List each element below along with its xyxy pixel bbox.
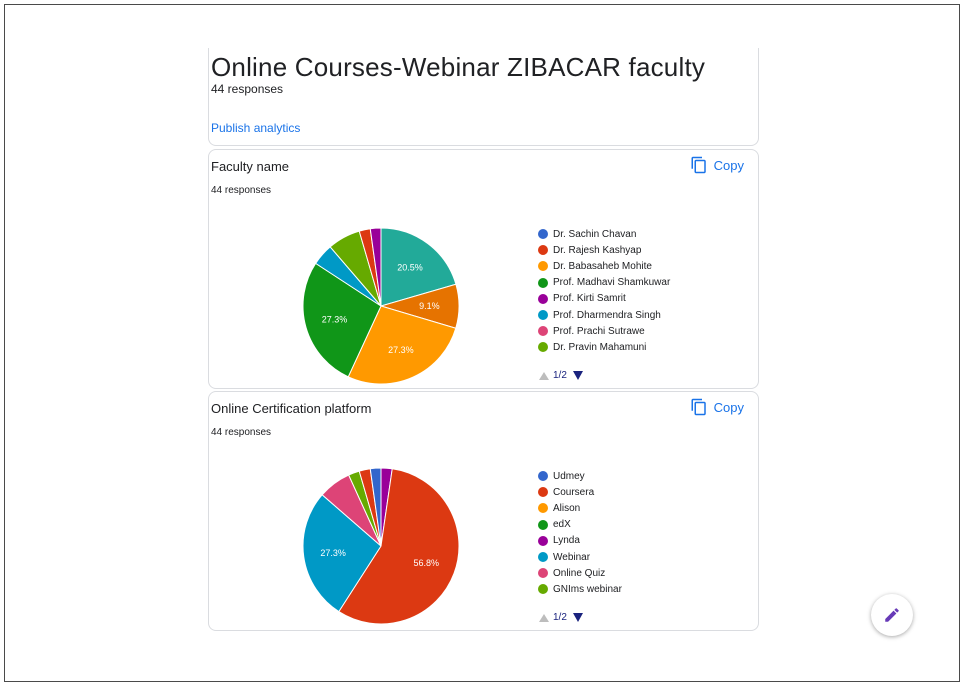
question-title: Faculty name xyxy=(211,159,290,174)
legend-label: Prof. Kirti Samrit xyxy=(553,293,626,305)
edit-fab-button[interactable] xyxy=(871,594,913,636)
pager-next-icon[interactable] xyxy=(572,613,583,622)
legend-swatch xyxy=(538,519,548,530)
question-title: Online Certification platform xyxy=(211,401,372,416)
legend-item: GNIms webinar xyxy=(538,581,622,597)
legend-swatch xyxy=(538,293,548,304)
form-response-count: 44 responses xyxy=(211,82,284,96)
legend-pager: 1/2 xyxy=(539,612,583,623)
legend-swatch xyxy=(538,584,548,595)
legend-label: Dr. Sachin Chavan xyxy=(553,228,637,240)
legend-swatch xyxy=(538,229,548,240)
copy-chart-button[interactable]: Copy xyxy=(690,156,744,174)
pager-prev-icon[interactable] xyxy=(539,371,549,380)
legend-swatch xyxy=(538,245,548,256)
legend-label: Dr. Rajesh Kashyap xyxy=(553,244,642,256)
legend-label: Lynda xyxy=(553,535,580,547)
legend-item: Alison xyxy=(538,500,622,516)
legend-item: edX xyxy=(538,517,622,533)
legend-swatch xyxy=(538,568,548,579)
legend-label: GNIms webinar xyxy=(553,583,622,595)
copy-chart-button[interactable]: Copy xyxy=(690,398,744,416)
legend-swatch xyxy=(538,310,548,321)
legend-swatch xyxy=(538,552,548,563)
legend-item: Online Quiz xyxy=(538,565,622,581)
legend-label: Udmey xyxy=(553,470,585,482)
pie-slice-label: 27.3% xyxy=(388,345,414,355)
pie-slice-label: 20.5% xyxy=(397,262,423,272)
legend-item: Dr. Babasaheb Mohite xyxy=(538,258,670,274)
legend-swatch xyxy=(538,277,548,288)
legend-item: Dr. Pravin Mahamuni xyxy=(538,339,670,355)
pager-label: 1/2 xyxy=(553,612,567,623)
legend-label: edX xyxy=(553,519,571,531)
platform-legend: Udmey Coursera Alison edX Lynda Webinar Online… xyxy=(538,468,622,598)
legend-swatch xyxy=(538,487,548,498)
legend-item: Webinar xyxy=(538,549,622,565)
legend-label: Prof. Prachi Sutrawe xyxy=(553,325,645,337)
copy-label: Copy xyxy=(713,157,744,173)
publish-analytics-link[interactable]: Publish analytics xyxy=(211,121,300,135)
copy-icon xyxy=(691,156,706,174)
pie-slice-label: 27.3% xyxy=(320,548,346,558)
legend-pager: 1/2 xyxy=(539,370,583,381)
legend-item: Prof. Madhavi Shamkuwar xyxy=(538,275,670,291)
legend-item: Coursera xyxy=(538,484,622,500)
pie-slice-label: 27.3% xyxy=(322,314,348,324)
legend-label: Coursera xyxy=(553,486,595,498)
legend-swatch xyxy=(538,471,548,482)
legend-label: Dr. Pravin Mahamuni xyxy=(553,341,647,353)
pager-label: 1/2 xyxy=(553,370,567,381)
pencil-icon xyxy=(885,608,899,622)
legend-label: Prof. Madhavi Shamkuwar xyxy=(553,277,671,289)
question-card-certification-platform: Online Certification platform 44 respons… xyxy=(208,391,759,631)
legend-item: Dr. Rajesh Kashyap xyxy=(538,242,670,258)
legend-swatch xyxy=(538,535,548,546)
legend-item: Prof. Dharmendra Singh xyxy=(538,307,670,323)
pager-next-icon[interactable] xyxy=(572,371,583,380)
faculty-legend: Dr. Sachin Chavan Dr. Rajesh Kashyap Dr. B… xyxy=(538,226,670,356)
legend-swatch xyxy=(538,326,548,337)
platform-pie-chart: 56.8% 27.3% xyxy=(302,467,460,625)
legend-item: Lynda xyxy=(538,533,622,549)
legend-item: Udmey xyxy=(538,468,622,484)
legend-swatch xyxy=(538,342,548,353)
form-title: Online Courses-Webinar ZIBACAR faculty xyxy=(211,52,706,82)
legend-label: Webinar xyxy=(553,551,591,563)
question-response-count: 44 responses xyxy=(211,427,272,438)
legend-item: Dr. Sachin Chavan xyxy=(538,226,670,242)
question-card-faculty-name: Faculty name 44 responses Copy 20.5% 9.1%… xyxy=(208,149,759,389)
legend-label: Dr. Babasaheb Mohite xyxy=(553,260,652,272)
question-response-count: 44 responses xyxy=(211,185,272,196)
legend-label: Online Quiz xyxy=(553,567,606,579)
faculty-pie-chart: 20.5% 9.1% 27.3% 27.3% xyxy=(302,227,460,385)
copy-icon xyxy=(691,398,706,416)
legend-item: Prof. Kirti Samrit xyxy=(538,291,670,307)
legend-swatch xyxy=(538,503,548,514)
legend-label: Alison xyxy=(553,502,581,514)
legend-label: Prof. Dharmendra Singh xyxy=(553,309,661,321)
legend-item: Prof. Prachi Sutrawe xyxy=(538,323,670,339)
form-header-card: Online Courses-Webinar ZIBACAR faculty 4… xyxy=(208,48,759,146)
legend-swatch xyxy=(538,261,548,272)
pager-prev-icon[interactable] xyxy=(539,613,549,622)
copy-label: Copy xyxy=(713,399,744,415)
pie-slice-label: 56.8% xyxy=(414,558,440,568)
pie-slice-label: 9.1% xyxy=(419,301,440,311)
